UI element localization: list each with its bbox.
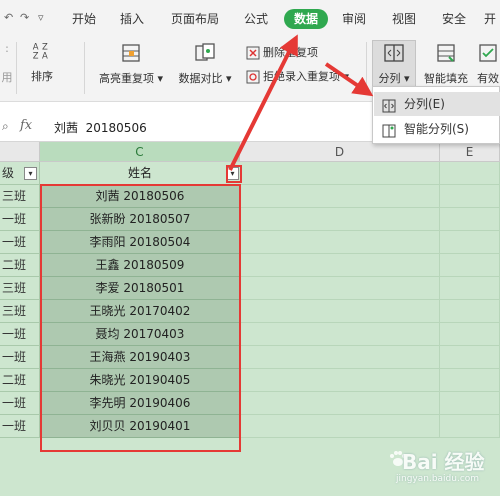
cell-class[interactable]: 一班: [0, 415, 40, 438]
tab-data[interactable]: 数据: [284, 9, 328, 29]
tab-insert[interactable]: 插入: [114, 9, 150, 29]
ribbon-separator: [16, 42, 17, 94]
delete-duplicates-icon: [246, 46, 260, 60]
cell-empty[interactable]: [440, 415, 500, 438]
baidu-watermark-logo: Bai 经验 jingyan.baidu.com: [388, 444, 498, 492]
split-column-button[interactable]: 分列 ▾: [372, 42, 416, 86]
col-header-b[interactable]: [0, 142, 40, 162]
cell-empty[interactable]: [440, 346, 500, 369]
cell-class[interactable]: 一班: [0, 323, 40, 346]
filter-dropdown-icon[interactable]: ▾: [24, 167, 37, 180]
cell-empty[interactable]: [440, 300, 500, 323]
reject-duplicates-icon: [246, 70, 260, 84]
cell-empty[interactable]: [240, 185, 440, 208]
cell-name[interactable]: 李先明 20190406: [40, 392, 240, 415]
cell-name[interactable]: 李雨阳 20180504: [40, 231, 240, 254]
ribbon-separator: [366, 42, 367, 94]
cell-empty[interactable]: [440, 185, 500, 208]
cell-empty[interactable]: [440, 231, 500, 254]
split-column-dropdown: 分列(E) 智能分列(S): [372, 86, 500, 144]
cell-class[interactable]: 一班: [0, 346, 40, 369]
cell-empty[interactable]: [240, 162, 440, 185]
cell-name[interactable]: 王海燕 20190403: [40, 346, 240, 369]
cell-empty[interactable]: [240, 231, 440, 254]
split-column-icon: [382, 97, 396, 113]
ribbon-cut-off-item: : 用: [1, 42, 13, 84]
reject-duplicates-button[interactable]: 拒绝录入重复项 ▾: [246, 68, 349, 84]
cell-class[interactable]: 一班: [0, 392, 40, 415]
validity-button[interactable]: 有效: [476, 42, 500, 86]
sort-button[interactable]: AZZA 排序: [24, 40, 60, 84]
menu-item-split-column[interactable]: 分列(E): [374, 92, 500, 116]
svg-text:A: A: [42, 51, 48, 61]
smart-fill-icon: [435, 42, 457, 64]
highlight-duplicates-button[interactable]: 高亮重复项 ▾: [94, 42, 168, 86]
cell-empty[interactable]: [240, 346, 440, 369]
cell-class[interactable]: 二班: [0, 254, 40, 277]
cell-empty[interactable]: [240, 277, 440, 300]
menu-bar: ↶ ↷ ▿ 开始 插入 页面布局 公式 数据 审阅 视图 安全 开: [0, 0, 500, 36]
validity-icon: [477, 42, 499, 64]
split-column-icon: [383, 42, 405, 64]
tab-review[interactable]: 审阅: [336, 9, 372, 29]
smart-fill-button[interactable]: 智能填充: [420, 42, 472, 86]
delete-duplicates-button[interactable]: 删除重复项: [246, 44, 318, 60]
tab-home[interactable]: 开始: [64, 9, 104, 29]
cell-empty[interactable]: [240, 369, 440, 392]
tab-page-layout[interactable]: 页面布局: [164, 9, 226, 29]
spreadsheet-grid: C D E 级 ▾ 姓名 ▾ 三班 刘茜 20180506 一班 张新盼 201805…: [0, 142, 500, 496]
cell-name[interactable]: 张新盼 20180507: [40, 208, 240, 231]
ribbon-separator: [84, 42, 85, 94]
toolbar-redo-icon[interactable]: ↷: [20, 11, 29, 24]
cell-class[interactable]: 三班: [0, 185, 40, 208]
filter-dropdown-icon[interactable]: ▾: [226, 167, 239, 180]
cell-name[interactable]: 王鑫 20180509: [40, 254, 240, 277]
svg-text:Z: Z: [33, 51, 39, 61]
highlight-duplicates-icon: [120, 42, 142, 64]
col-header-c[interactable]: C: [40, 142, 240, 162]
cell-empty[interactable]: [440, 162, 500, 185]
zoom-icon[interactable]: ⌕: [2, 119, 9, 134]
tab-security[interactable]: 安全: [436, 9, 472, 29]
cell-name[interactable]: 刘茜 20180506: [40, 185, 240, 208]
cell-empty[interactable]: [240, 300, 440, 323]
toolbar-undo-icon[interactable]: ↶: [4, 11, 13, 24]
menu-item-smart-split[interactable]: 智能分列(S): [374, 117, 500, 141]
tab-formula[interactable]: 公式: [238, 9, 274, 29]
tab-view[interactable]: 视图: [386, 9, 422, 29]
data-compare-button[interactable]: 数据对比 ▾: [174, 42, 236, 86]
cell-empty[interactable]: [440, 369, 500, 392]
col-header-d[interactable]: D: [240, 142, 440, 162]
formula-input[interactable]: [44, 115, 374, 139]
cell-class[interactable]: 三班: [0, 277, 40, 300]
cell-class[interactable]: 二班: [0, 369, 40, 392]
tab-more[interactable]: 开: [480, 9, 500, 29]
cell-empty[interactable]: [240, 208, 440, 231]
cell-class[interactable]: 一班: [0, 231, 40, 254]
smart-split-icon: [382, 122, 396, 138]
cell-name[interactable]: 王晓光 20170402: [40, 300, 240, 323]
data-compare-icon: [194, 42, 216, 64]
cell-name[interactable]: 聂均 20170403: [40, 323, 240, 346]
cell-class[interactable]: 一班: [0, 208, 40, 231]
cell-class[interactable]: 三班: [0, 300, 40, 323]
col-header-e[interactable]: E: [440, 142, 500, 162]
cell-empty[interactable]: [240, 392, 440, 415]
customize-dropdown-icon[interactable]: ▿: [38, 11, 44, 24]
cell-empty[interactable]: [440, 323, 500, 346]
cell-empty[interactable]: [440, 208, 500, 231]
fx-icon[interactable]: fx: [20, 118, 32, 133]
cell-empty[interactable]: [440, 254, 500, 277]
cell-name[interactable]: 李爱 20180501: [40, 277, 240, 300]
cell-name[interactable]: 刘贝贝 20190401: [40, 415, 240, 438]
cell-empty[interactable]: [240, 254, 440, 277]
cell-empty[interactable]: [440, 277, 500, 300]
cell-empty[interactable]: [240, 323, 440, 346]
cell-empty[interactable]: [240, 415, 440, 438]
cell-name[interactable]: 朱晓光 20190405: [40, 369, 240, 392]
sort-icon: AZZA: [31, 40, 53, 66]
cell-header-name[interactable]: 姓名: [40, 162, 240, 185]
cell-empty[interactable]: [440, 392, 500, 415]
